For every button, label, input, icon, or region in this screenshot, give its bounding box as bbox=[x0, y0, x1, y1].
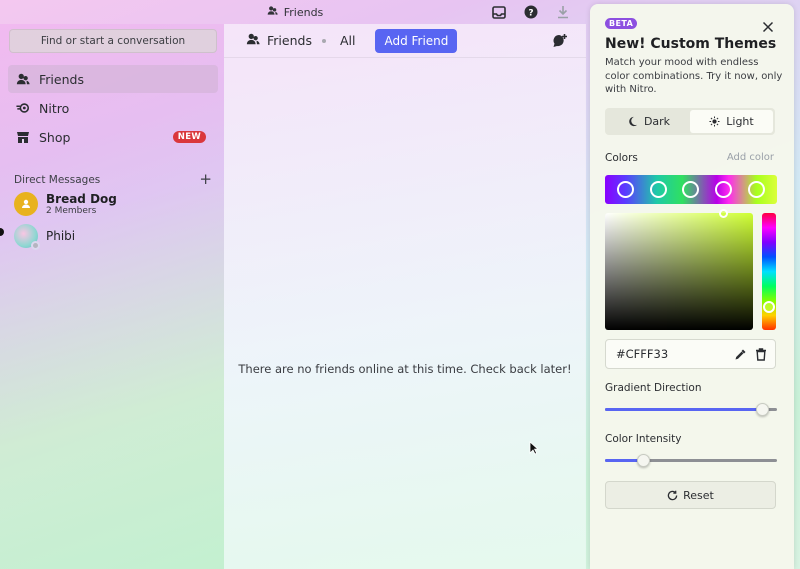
download-icon[interactable] bbox=[554, 3, 572, 21]
color-swatch[interactable] bbox=[616, 181, 634, 198]
friends-icon bbox=[267, 5, 278, 19]
sidebar-item-friends[interactable]: Friends bbox=[8, 65, 218, 93]
sun-icon bbox=[709, 116, 720, 127]
status-indicator bbox=[31, 241, 40, 250]
reset-icon bbox=[667, 490, 678, 500]
unread-indicator bbox=[0, 228, 4, 236]
slider-fill bbox=[605, 408, 762, 411]
hue-handle[interactable] bbox=[763, 301, 775, 313]
friends-header: Friends All Add Friend bbox=[224, 24, 586, 58]
separator bbox=[321, 38, 326, 43]
dm-name: Phibi bbox=[46, 229, 76, 243]
custom-themes-panel: BETA New! Custom Themes Match your mood … bbox=[590, 4, 794, 569]
slider-knob[interactable] bbox=[755, 403, 769, 416]
title-bar: Friends ? bbox=[0, 0, 590, 24]
main-content: Friends All Add Friend There are no frie… bbox=[224, 24, 586, 569]
cursor-icon bbox=[529, 440, 540, 459]
reset-button[interactable]: Reset bbox=[605, 481, 776, 509]
slider-knob[interactable] bbox=[636, 454, 650, 467]
hex-color-input[interactable]: #CFFF33 bbox=[605, 339, 776, 369]
color-swatch[interactable] bbox=[649, 181, 667, 198]
trash-icon[interactable] bbox=[755, 348, 767, 364]
sidebar: Find or start a conversation Friends Nit… bbox=[0, 24, 224, 569]
help-icon[interactable]: ? bbox=[522, 3, 540, 21]
gradient-direction-slider[interactable] bbox=[605, 403, 777, 416]
light-mode-button[interactable]: Light bbox=[690, 110, 773, 133]
dm-item-bread-dog[interactable]: Bread Dog 2 Members bbox=[14, 192, 117, 216]
dark-mode-button[interactable]: Dark bbox=[607, 110, 690, 133]
color-swatch[interactable] bbox=[715, 181, 733, 198]
svg-text:?: ? bbox=[528, 9, 533, 19]
color-swatch[interactable] bbox=[748, 181, 766, 198]
moon-icon bbox=[629, 116, 638, 127]
group-icon bbox=[22, 199, 30, 208]
colors-label: Colors bbox=[605, 152, 638, 164]
inbox-icon[interactable] bbox=[490, 3, 508, 21]
close-icon[interactable] bbox=[762, 18, 774, 33]
gradient-direction-label: Gradient Direction bbox=[605, 382, 702, 394]
avatar bbox=[14, 224, 40, 250]
saturation-picker[interactable] bbox=[605, 209, 753, 330]
color-intensity-slider[interactable] bbox=[605, 454, 777, 467]
avatar bbox=[14, 192, 38, 216]
sidebar-item-shop[interactable]: Shop NEW bbox=[8, 123, 218, 151]
color-intensity-label: Color Intensity bbox=[605, 433, 682, 445]
window-title: Friends bbox=[267, 5, 323, 19]
friends-icon bbox=[16, 72, 30, 86]
panel-title: New! Custom Themes bbox=[605, 36, 777, 52]
saturation-handle[interactable] bbox=[719, 209, 728, 218]
create-dm-icon[interactable]: + bbox=[199, 172, 212, 187]
tab-all[interactable]: All bbox=[340, 33, 356, 48]
dm-item-phibi[interactable]: Phibi bbox=[14, 224, 76, 250]
theme-mode-toggle: Dark Light bbox=[605, 108, 775, 135]
panel-description: Match your mood with endless color combi… bbox=[605, 57, 783, 95]
eyedropper-icon[interactable] bbox=[734, 348, 747, 364]
shop-icon bbox=[16, 130, 30, 144]
direct-messages-header: Direct Messages + bbox=[14, 170, 212, 188]
new-group-dm-icon[interactable] bbox=[552, 33, 570, 51]
new-badge: NEW bbox=[172, 131, 206, 143]
search-conversation-button[interactable]: Find or start a conversation bbox=[9, 29, 217, 53]
sidebar-item-nitro[interactable]: Nitro bbox=[8, 94, 218, 122]
add-color-link[interactable]: Add color bbox=[727, 152, 774, 163]
hue-slider[interactable] bbox=[762, 213, 776, 330]
color-swatch-bar bbox=[605, 175, 777, 204]
color-swatch[interactable] bbox=[682, 181, 700, 198]
friends-heading: Friends bbox=[246, 32, 312, 49]
add-friend-button[interactable]: Add Friend bbox=[375, 28, 458, 53]
dm-subtitle: 2 Members bbox=[46, 206, 97, 216]
friends-icon bbox=[246, 32, 260, 49]
empty-state-message: There are no friends online at this time… bbox=[238, 362, 572, 376]
dm-name: Bread Dog bbox=[46, 192, 117, 206]
beta-badge: BETA bbox=[605, 18, 638, 29]
nitro-icon bbox=[16, 101, 30, 115]
